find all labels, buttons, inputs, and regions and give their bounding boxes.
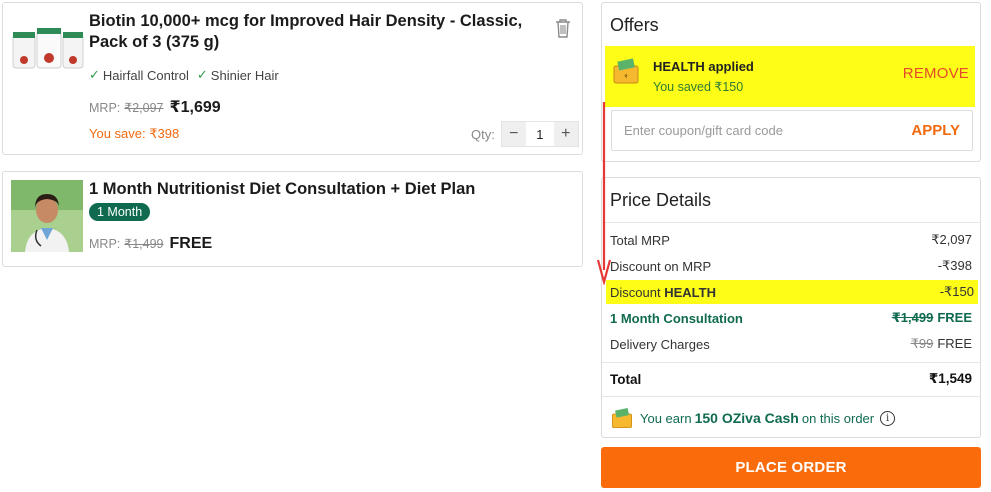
price-details-title: Price Details <box>610 190 712 210</box>
cash-icon <box>612 407 632 428</box>
row-discount-coupon: Discount HEALTH -₹150 <box>606 280 978 304</box>
selling-price: FREE <box>169 235 213 252</box>
row-consultation: 1 Month Consultation ₹1,499 FREE <box>610 310 972 326</box>
qty-increment-button[interactable]: + <box>553 122 578 146</box>
place-order-button[interactable]: PLACE ORDER <box>601 447 981 488</box>
offers-panel: Offers ₹ HEALTH applied You saved ₹150 R… <box>601 2 981 162</box>
product-image-biotin[interactable] <box>11 26 85 72</box>
mrp-value: ₹2,097 <box>124 101 164 115</box>
qty-value: 1 <box>536 126 544 142</box>
product-title[interactable]: Biotin 10,000+ mcg for Improved Hair Den… <box>89 11 549 53</box>
quantity-control: Qty: − 1 + <box>471 121 579 147</box>
oziva-cash-earn: You earn 150 OZiva Cash on this order i <box>610 406 896 430</box>
mrp-label: MRP: <box>89 101 121 115</box>
selling-price: ₹1,699 <box>169 99 221 116</box>
qty-decrement-button[interactable]: − <box>501 122 526 146</box>
check-icon: ✓ <box>89 67 100 82</box>
mrp-label: MRP: <box>89 237 121 251</box>
row-total: Total ₹1,549 <box>610 371 972 387</box>
mrp-value: ₹1,499 <box>124 237 164 251</box>
price-details-panel: Price Details Total MRP ₹2,097 Discount … <box>601 177 981 438</box>
applied-coupon-banner: ₹ HEALTH applied You saved ₹150 REMOVE <box>605 46 975 107</box>
benefit-item: ✓ Shinier Hair <box>196 67 279 83</box>
apply-coupon-button[interactable]: APPLY <box>911 122 960 139</box>
remove-coupon-button[interactable]: REMOVE <box>903 65 969 82</box>
offers-title: Offers <box>610 15 659 35</box>
coupon-placeholder: Enter coupon/gift card code <box>624 123 783 138</box>
cart-item-consultation: 1 Month Nutritionist Diet Consultation +… <box>2 171 583 267</box>
svg-text:₹: ₹ <box>624 74 627 80</box>
row-total-mrp: Total MRP ₹2,097 <box>610 232 972 248</box>
you-save-text: You save: ₹398 <box>89 126 180 141</box>
divider <box>602 222 980 223</box>
info-icon[interactable]: i <box>880 410 896 426</box>
benefit-item: ✓ Hairfall Control <box>89 67 189 83</box>
price-row: MRP: ₹1,499 FREE <box>89 235 212 253</box>
row-discount-mrp: Discount on MRP -₹398 <box>610 258 972 274</box>
divider <box>602 362 980 363</box>
product-title[interactable]: 1 Month Nutritionist Diet Consultation +… <box>89 180 475 199</box>
check-icon: ✓ <box>196 67 208 82</box>
duration-badge: 1 Month <box>89 203 151 221</box>
row-delivery: Delivery Charges ₹99 FREE <box>610 336 972 352</box>
price-row: MRP: ₹2,097 ₹1,699 <box>89 97 221 117</box>
quantity-stepper: − 1 + <box>500 121 579 147</box>
qty-label: Qty: <box>471 126 495 142</box>
nutritionist-image[interactable] <box>11 180 83 252</box>
trash-icon[interactable] <box>554 17 572 39</box>
divider <box>602 396 980 397</box>
cash-icon: ₹ <box>613 58 639 84</box>
coupon-savings: You saved ₹150 <box>653 80 744 94</box>
coupon-input[interactable]: Enter coupon/gift card code APPLY <box>611 110 973 151</box>
benefits-list: ✓ Hairfall Control ✓ Shinier Hair <box>89 67 279 83</box>
applied-coupon-code: HEALTH applied <box>653 59 754 74</box>
cart-item-biotin: Biotin 10,000+ mcg for Improved Hair Den… <box>2 2 583 155</box>
